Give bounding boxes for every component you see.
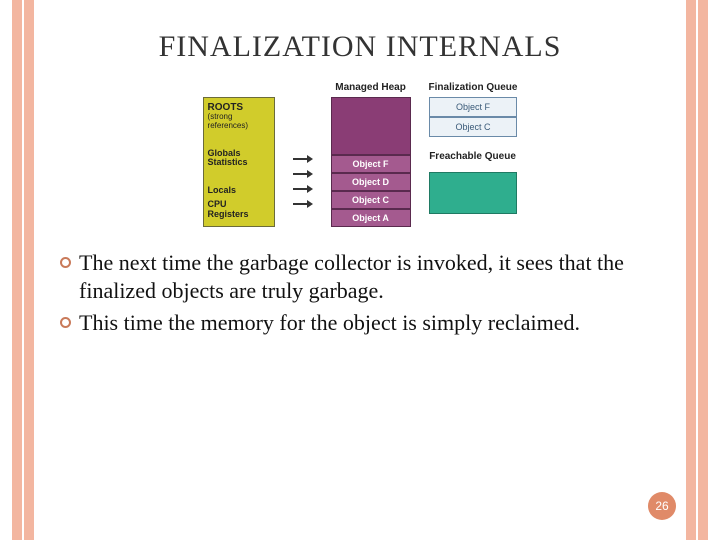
slide: FINALIZATION INTERNALS ROOTS (strong ref… [0, 0, 720, 540]
freachable-queue [429, 172, 517, 214]
roots-item: Locals [208, 186, 270, 196]
queue-cell: Object C [429, 117, 517, 137]
decorative-stripe [686, 0, 696, 540]
diagram: ROOTS (strong references) Globals Statis… [50, 82, 670, 227]
page-title: FINALIZATION INTERNALS [50, 30, 670, 64]
right-column: Finalization Queue Object F Object C Fre… [429, 82, 518, 214]
heap-column: Managed Heap Object F Object D Object C … [331, 82, 411, 227]
queue-cell: Object F [429, 97, 517, 117]
roots-item: CPU Registers [208, 200, 270, 220]
heap-stack: Object F Object D Object C Object A [331, 97, 411, 227]
finalization-queue: Object F Object C [429, 97, 517, 137]
arrow-icon [293, 168, 313, 180]
decorative-stripe [698, 0, 708, 540]
bullet-text: This time the memory for the object is s… [79, 309, 580, 337]
bullet-icon [60, 257, 71, 268]
bullet-text: The next time the garbage collector is i… [79, 249, 660, 305]
arrow-icon [293, 198, 313, 210]
decorative-stripe [24, 0, 34, 540]
finalization-queue-label: Finalization Queue [429, 82, 518, 93]
content-area: FINALIZATION INTERNALS ROOTS (strong ref… [50, 24, 670, 520]
decorative-stripe [12, 0, 22, 540]
arrow-icon [293, 183, 313, 195]
roots-item: Globals Statistics [208, 149, 270, 169]
roots-column: ROOTS (strong references) Globals Statis… [203, 82, 275, 227]
page-number: 26 [655, 499, 668, 513]
heap-cell: Object C [331, 191, 411, 209]
bullet-icon [60, 317, 71, 328]
freachable-label: Freachable Queue [429, 151, 516, 162]
finalization-queue-column: Finalization Queue Object F Object C [429, 82, 518, 137]
arrow-icon [293, 153, 313, 165]
heap-cell: Object F [331, 155, 411, 173]
roots-subtitle: (strong references) [208, 113, 270, 131]
heap-cell: Object A [331, 209, 411, 227]
roots-box: ROOTS (strong references) Globals Statis… [203, 97, 275, 227]
roots-column-label [237, 82, 240, 93]
page-number-badge: 26 [648, 492, 676, 520]
bullet-list: The next time the garbage collector is i… [50, 249, 670, 337]
heap-cell: Object D [331, 173, 411, 191]
heap-empty [331, 97, 411, 155]
list-item: The next time the garbage collector is i… [60, 249, 660, 305]
list-item: This time the memory for the object is s… [60, 309, 660, 337]
heap-label: Managed Heap [335, 82, 406, 93]
freachable-queue-column: Freachable Queue [429, 151, 517, 214]
arrow-column [293, 82, 313, 216]
